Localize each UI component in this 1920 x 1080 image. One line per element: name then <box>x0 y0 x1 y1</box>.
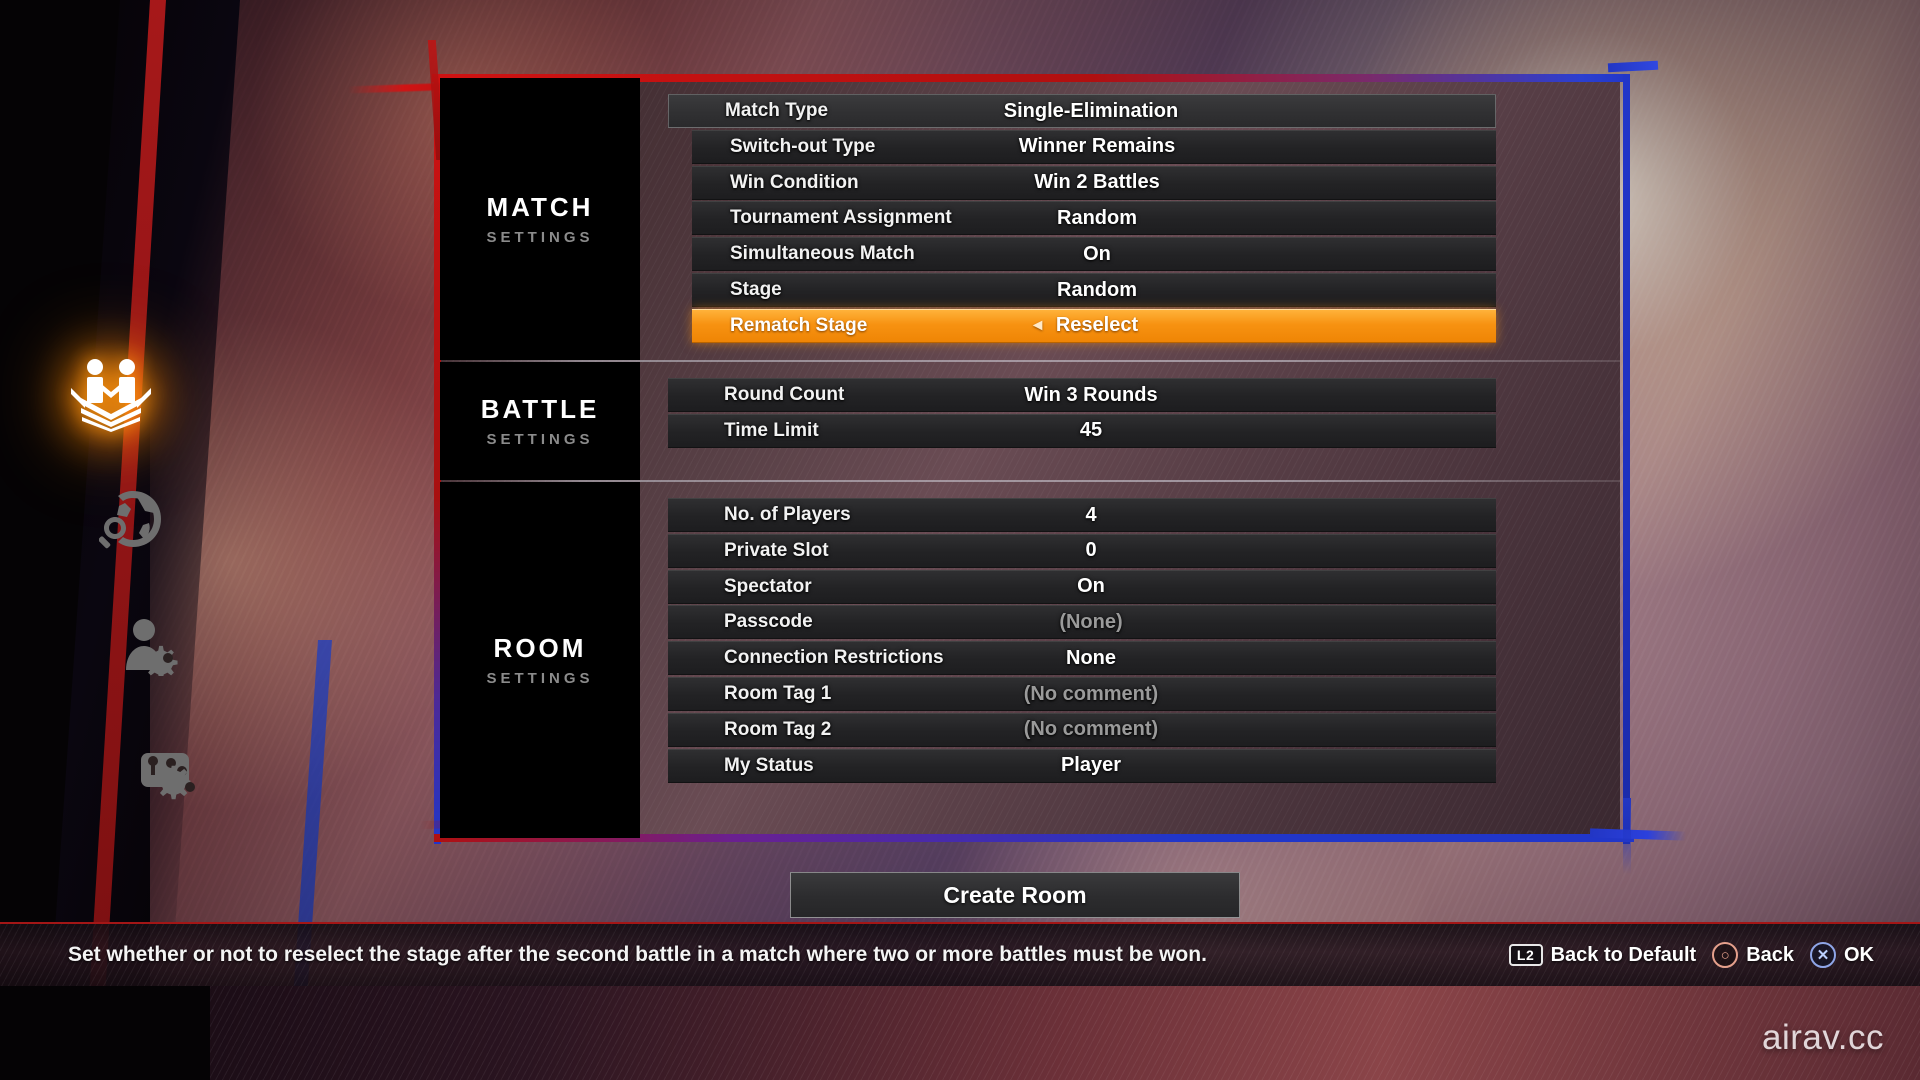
section-title: BATTLE <box>480 394 600 424</box>
watermark: airav.cc <box>1762 1018 1884 1057</box>
prompt-back[interactable]: ○ Back <box>1712 942 1794 968</box>
decrement-arrow-icon[interactable]: ◄ <box>1030 317 1046 334</box>
setting-row-label: My Status <box>724 754 814 776</box>
setting-row[interactable]: Simultaneous Match On <box>692 237 1496 272</box>
setting-row-label: Stage <box>730 279 782 300</box>
setting-row[interactable]: Win Condition Win 2 Battles <box>692 165 1496 200</box>
sidebar-item-search-rooms[interactable] <box>78 466 188 576</box>
create-room-button[interactable]: Create Room <box>790 872 1240 918</box>
setting-row-label: Time Limit <box>724 419 819 441</box>
panel-frame-right <box>1623 74 1630 844</box>
globe-search-icon <box>99 489 167 553</box>
setting-row[interactable]: My Status Player <box>668 748 1496 783</box>
setting-row[interactable]: Private Slot 0 <box>668 533 1496 568</box>
sidebar-item-create-room[interactable] <box>56 340 166 450</box>
button-prompts: L2 Back to Default ○ Back ✕ OK <box>1508 942 1874 968</box>
setting-row-label: No. of Players <box>724 504 851 525</box>
prompt-label: Back to Default <box>1550 943 1697 966</box>
setting-row-value: Random <box>1057 278 1137 301</box>
prompt-ok[interactable]: ✕ OK <box>1810 942 1874 968</box>
setting-row-label: Room Tag 1 <box>724 683 832 704</box>
setting-row-label: Win Condition <box>730 171 859 193</box>
setting-row-label: Match Type <box>725 100 829 121</box>
prompt-label: OK <box>1844 943 1874 966</box>
setting-row[interactable]: Time Limit 45 <box>668 413 1496 448</box>
section-subtitle: SETTINGS <box>486 670 594 687</box>
sidebar-nav <box>56 340 196 844</box>
setting-row[interactable]: Room Tag 1 (No comment) <box>668 677 1496 711</box>
cross-button-icon: ✕ <box>1810 942 1836 968</box>
ring-room-icon <box>69 358 153 432</box>
circle-button-icon: ○ <box>1712 942 1739 968</box>
setting-row[interactable]: No. of Players 4 <box>668 498 1496 532</box>
status-bar: Set whether or not to reselect the stage… <box>0 922 1920 986</box>
setting-row-label: Simultaneous Match <box>730 243 915 265</box>
section-subtitle: SETTINGS <box>486 431 594 448</box>
setting-row[interactable]: Connection Restrictions None <box>668 641 1496 676</box>
setting-row-label: Tournament Assignment <box>730 207 952 229</box>
prompt-label: Back <box>1746 943 1794 966</box>
setting-row-label: Room Tag 2 <box>724 718 832 740</box>
setting-row[interactable]: Switch-out Type Winner Remains <box>692 129 1496 164</box>
sidebar-item-player-settings[interactable] <box>98 592 208 702</box>
bottom-strip-dark-left <box>0 986 210 1080</box>
setting-row-label: Rematch Stage <box>730 314 868 336</box>
setting-row-label: Passcode <box>724 611 813 633</box>
setting-row-label: Round Count <box>724 384 845 405</box>
setting-row[interactable]: Stage Random <box>692 273 1496 307</box>
setting-row-label: Connection Restrictions <box>724 647 944 669</box>
section-title: ROOM <box>493 633 587 663</box>
room-settings-panel: MATCH SETTINGS BATTLE SETTINGS ROOM SETT… <box>347 40 1687 874</box>
hint-text: Set whether or not to reselect the stage… <box>68 943 1207 966</box>
section-label-battle: BATTLE SETTINGS <box>440 362 640 480</box>
section-label-match: MATCH SETTINGS <box>440 78 640 360</box>
setting-row[interactable]: Spectator On <box>668 569 1496 604</box>
bottom-decorative-strip <box>0 986 1920 1080</box>
setting-row[interactable]: Match Type Single-Elimination <box>668 94 1496 128</box>
section-subtitle: SETTINGS <box>486 229 594 246</box>
l2-button-icon: L2 <box>1508 944 1543 966</box>
setting-row[interactable]: Room Tag 2 (No comment) <box>668 712 1496 747</box>
player-gear-icon <box>121 618 185 676</box>
prompt-back-to-default[interactable]: L2 Back to Default <box>1508 943 1697 967</box>
sidebar-item-controller-settings[interactable] <box>118 718 228 828</box>
controller-gear-icon <box>139 745 207 801</box>
setting-row-label: Switch-out Type <box>730 135 876 157</box>
setting-row[interactable]: Round Count Win 3 Rounds <box>668 378 1496 412</box>
section-title: MATCH <box>486 192 594 222</box>
section-label-room: ROOM SETTINGS <box>440 482 640 838</box>
bottom-strip-texture <box>0 986 1920 1080</box>
setting-row[interactable]: Rematch Stage ◄ Reselect <box>692 308 1496 343</box>
setting-row[interactable]: Tournament Assignment Random <box>692 201 1496 236</box>
create-room-label: Create Room <box>943 881 1087 908</box>
setting-row-label: Private Slot <box>724 539 829 561</box>
setting-row-label: Spectator <box>724 575 812 597</box>
setting-row[interactable]: Passcode (None) <box>668 605 1496 640</box>
